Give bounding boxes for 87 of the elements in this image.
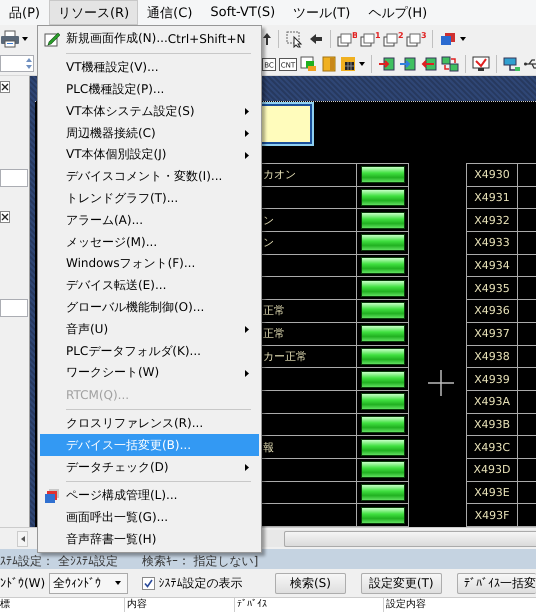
- scroll-left-button[interactable]: [17, 530, 28, 547]
- arrow-left-icon: [20, 536, 24, 542]
- pages-icon: [44, 488, 60, 504]
- field-label: ﾝﾄﾞｳ(W): [0, 576, 46, 590]
- menu-item[interactable]: アラーム(A)...: [40, 209, 259, 232]
- table-cell: X4935: [467, 277, 518, 300]
- checkbox[interactable]: [142, 576, 156, 590]
- menu-bar-item[interactable]: ヘルプ(H): [359, 0, 436, 25]
- submenu-arrow-icon: [245, 130, 249, 138]
- submenu-arrow-icon: [245, 108, 249, 116]
- table-cell: X4936: [467, 300, 518, 323]
- caret-icon[interactable]: [22, 36, 28, 40]
- menu-item[interactable]: 周辺機器接続(C): [40, 122, 259, 144]
- search-button[interactable]: 検索(S): [275, 572, 346, 594]
- menu-item[interactable]: 画面呼出一覧(G)...: [40, 506, 259, 529]
- status-text: 検索ｷｰ： 指定しない]: [142, 554, 258, 568]
- pointer-icon[interactable]: [285, 30, 305, 48]
- menu-item[interactable]: PLCデータフォルダ(K)...: [40, 340, 259, 362]
- arrow-box-icon[interactable]: [420, 56, 438, 72]
- menu-item[interactable]: PLC機種設定(P)...: [40, 78, 259, 100]
- table-cell: X4937: [467, 322, 518, 346]
- spinner-icon[interactable]: [25, 56, 33, 71]
- menu-bar-item[interactable]: ツール(T): [284, 0, 360, 25]
- column-header[interactable]: ﾃﾞﾊﾞｲｽ: [235, 598, 384, 612]
- menu-item[interactable]: ページ構成管理(L)...: [40, 484, 259, 507]
- table-cell: X4932: [467, 209, 518, 232]
- submenu-arrow-icon: [245, 370, 249, 377]
- menu-item[interactable]: トレンドグラフ(T)...: [40, 188, 259, 210]
- submenu-arrow-icon: [245, 152, 249, 159]
- submenu-arrow-icon: [245, 326, 249, 334]
- network-icon[interactable]: [503, 56, 521, 72]
- door-icon[interactable]: [321, 56, 337, 72]
- change-settings-button[interactable]: 設定変更(T): [360, 572, 442, 594]
- pencil-icon: [44, 31, 60, 47]
- menu-item[interactable]: ワークシート(W): [40, 362, 259, 384]
- menu-item[interactable]: VT機種設定(V)...: [40, 56, 259, 79]
- table-cell: X4930: [467, 164, 518, 187]
- menu-bar-item[interactable]: Soft-VT(S): [201, 0, 284, 25]
- column-header[interactable]: 標: [0, 598, 125, 612]
- menu-item[interactable]: データチェック(D): [40, 456, 259, 478]
- checkbox-label: ｼｽﾃﾑ設定の表示: [158, 574, 242, 592]
- column-header[interactable]: 内容: [125, 598, 235, 612]
- table-cell: X493A: [467, 390, 518, 414]
- status-text: ｽﾃﾑ設定： 全ｼｽﾃﾑ設定: [0, 554, 118, 568]
- printer-icon[interactable]: [0, 30, 20, 48]
- table-cell: X4938: [467, 346, 518, 368]
- spin-field[interactable]: [0, 55, 34, 72]
- menu-item[interactable]: VT本体システム設定(S): [40, 100, 259, 122]
- caret-icon[interactable]: [115, 581, 122, 585]
- menu-item[interactable]: デバイスコメント・変数(I)...: [40, 166, 259, 188]
- table-cell: X493C: [467, 436, 518, 459]
- monitor-icon[interactable]: [472, 56, 490, 72]
- check-icon: [144, 578, 154, 588]
- column-header[interactable]: 設定内容: [384, 598, 536, 612]
- table-cell: X4939: [467, 368, 518, 391]
- caret-icon[interactable]: [460, 36, 466, 40]
- input-field[interactable]: [0, 299, 28, 317]
- caret-icon[interactable]: [359, 62, 365, 66]
- menu-item[interactable]: クロスリファレンス(R)...: [40, 412, 259, 434]
- table-cell: X493D: [467, 458, 518, 482]
- table-cell: X4934: [467, 254, 518, 278]
- menu-bar-item[interactable]: 品(P): [0, 0, 49, 25]
- table-cell: X493B: [467, 414, 518, 436]
- table-cell: X4931: [467, 186, 518, 210]
- table-cell: X493E: [467, 482, 518, 504]
- arrow-box-icon[interactable]: [378, 56, 396, 72]
- grid-icon[interactable]: [340, 56, 356, 72]
- menu-item[interactable]: 音声(U): [40, 318, 259, 340]
- menu-item[interactable]: 新規画面作成(N)...Ctrl+Shift+N: [40, 28, 259, 50]
- window-dropdown[interactable]: 全ｳｨﾝﾄﾞｳ: [49, 572, 128, 594]
- arrow-up-icon[interactable]: [262, 30, 272, 46]
- menu-item[interactable]: デバイス転送(E)...: [40, 274, 259, 297]
- screen-icon[interactable]: [300, 56, 318, 72]
- layers-icon[interactable]: [439, 30, 457, 46]
- arrow-box-icon[interactable]: [399, 56, 417, 72]
- menu-item[interactable]: Windowsフォント(F)...: [40, 252, 259, 275]
- submenu-arrow-icon: [245, 464, 249, 472]
- table-cell: X4933: [467, 232, 518, 255]
- crosshair-icon: [428, 370, 454, 396]
- input-field[interactable]: [0, 169, 28, 187]
- menu-item[interactable]: VT本体個別設定(J): [40, 144, 259, 166]
- bulk-change-button[interactable]: ﾃﾞﾊﾞｲｽ一括変: [457, 572, 536, 594]
- menu-item[interactable]: グローバル機能制御(O)...: [40, 296, 259, 318]
- menu-bar-item[interactable]: 通信(C): [138, 0, 202, 25]
- menu-bar-item[interactable]: リソース(R): [48, 0, 138, 25]
- swap-icon[interactable]: [441, 56, 459, 72]
- menu-item[interactable]: メッセージ(M)...: [40, 231, 259, 253]
